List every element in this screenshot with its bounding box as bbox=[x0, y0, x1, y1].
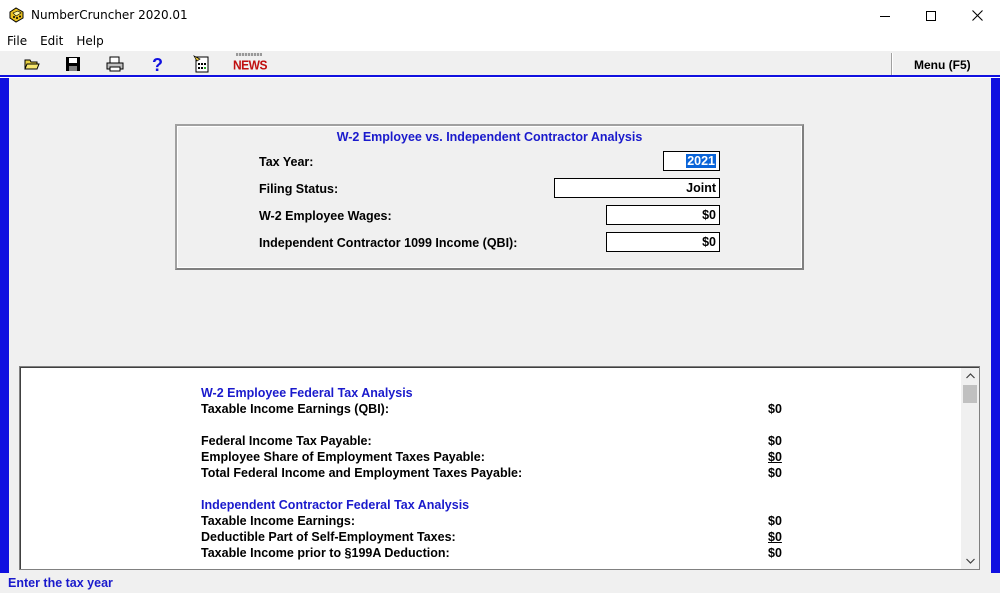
scroll-thumb[interactable] bbox=[963, 385, 977, 403]
scroll-down-button[interactable] bbox=[961, 553, 979, 569]
window-title: NumberCruncher 2020.01 bbox=[31, 8, 188, 22]
svg-text:?: ? bbox=[152, 55, 163, 73]
toolbar: ? NEWS Menu (F5) bbox=[0, 51, 1000, 77]
contractor-income-field[interactable]: $0 bbox=[606, 232, 720, 252]
close-button[interactable] bbox=[954, 0, 1000, 31]
calculator-button[interactable] bbox=[192, 55, 212, 73]
result-value: $0 bbox=[768, 514, 782, 528]
result-label: Total Federal Income and Employment Taxe… bbox=[201, 466, 523, 480]
maximize-button[interactable] bbox=[908, 0, 954, 31]
close-icon bbox=[971, 10, 983, 21]
filing-status-field[interactable]: Joint bbox=[554, 178, 720, 198]
status-bar: Enter the tax year bbox=[0, 573, 1000, 593]
result-value: $0 bbox=[768, 434, 782, 448]
tax-year-value: 2021 bbox=[686, 154, 716, 168]
wages-field[interactable]: $0 bbox=[606, 205, 720, 225]
save-button[interactable] bbox=[63, 55, 83, 73]
menu-help[interactable]: Help bbox=[69, 31, 109, 51]
status-text: Enter the tax year bbox=[8, 576, 113, 590]
news-icon: NEWS bbox=[233, 57, 268, 73]
tax-year-label: Tax Year: bbox=[259, 155, 314, 169]
menu-f5-button[interactable]: Menu (F5) bbox=[914, 58, 971, 72]
result-label: Employee Share of Employment Taxes Payab… bbox=[201, 450, 485, 464]
tax-year-field[interactable]: 2021 bbox=[663, 151, 720, 171]
right-border bbox=[991, 78, 1000, 573]
result-value: $0 bbox=[768, 450, 782, 464]
help-question-icon: ? bbox=[152, 55, 163, 73]
result-label: Federal Income Tax Payable: bbox=[201, 434, 372, 448]
menu-edit[interactable]: Edit bbox=[33, 31, 69, 51]
open-folder-icon bbox=[24, 59, 40, 70]
news-decoration bbox=[236, 53, 262, 56]
result-value: $0 bbox=[768, 466, 782, 480]
title-bar: NumberCruncher 2020.01 bbox=[0, 0, 1000, 31]
printer-icon bbox=[106, 56, 124, 72]
wages-label: W-2 Employee Wages: bbox=[259, 209, 392, 223]
results-scrollbar[interactable] bbox=[961, 368, 979, 569]
scroll-up-button[interactable] bbox=[961, 368, 979, 384]
open-button[interactable] bbox=[22, 55, 42, 73]
menu-file[interactable]: File bbox=[0, 31, 33, 51]
news-button[interactable]: NEWS bbox=[233, 55, 268, 73]
chevron-up-icon bbox=[965, 373, 975, 379]
contractor-income-label: Independent Contractor 1099 Income (QBI)… bbox=[259, 236, 518, 250]
w2-heading: W-2 Employee Federal Tax Analysis bbox=[201, 386, 413, 400]
minimize-icon bbox=[880, 15, 890, 17]
maximize-icon bbox=[926, 10, 936, 21]
save-disk-icon bbox=[66, 57, 80, 71]
result-label: Taxable Income Earnings: bbox=[201, 514, 355, 528]
minimize-button[interactable] bbox=[862, 0, 908, 31]
chevron-down-icon bbox=[965, 558, 975, 564]
ic-heading: Independent Contractor Federal Tax Analy… bbox=[201, 498, 470, 512]
print-button[interactable] bbox=[105, 55, 125, 73]
menu-bar: File Edit Help bbox=[0, 31, 1000, 51]
results-panel[interactable]: W-2 Employee Federal Tax Analysis Taxabl… bbox=[19, 366, 980, 570]
result-label: Taxable Income Earnings (QBI): bbox=[201, 402, 390, 416]
calculator-icon bbox=[193, 55, 209, 73]
toolbar-separator bbox=[891, 53, 893, 75]
help-button[interactable]: ? bbox=[148, 55, 168, 73]
result-label: Deductible Part of Self-Employment Taxes… bbox=[201, 530, 456, 544]
result-label: Taxable Income prior to §199A Deduction: bbox=[201, 546, 450, 560]
input-panel: W-2 Employee vs. Independent Contractor … bbox=[175, 124, 804, 270]
result-value: $0 bbox=[768, 402, 782, 416]
app-calculator-icon bbox=[8, 7, 25, 23]
result-value: $0 bbox=[768, 530, 782, 544]
result-value: $0 bbox=[768, 546, 782, 560]
left-border bbox=[0, 78, 9, 573]
filing-status-label: Filing Status: bbox=[259, 182, 339, 196]
panel-title: W-2 Employee vs. Independent Contractor … bbox=[336, 130, 643, 144]
